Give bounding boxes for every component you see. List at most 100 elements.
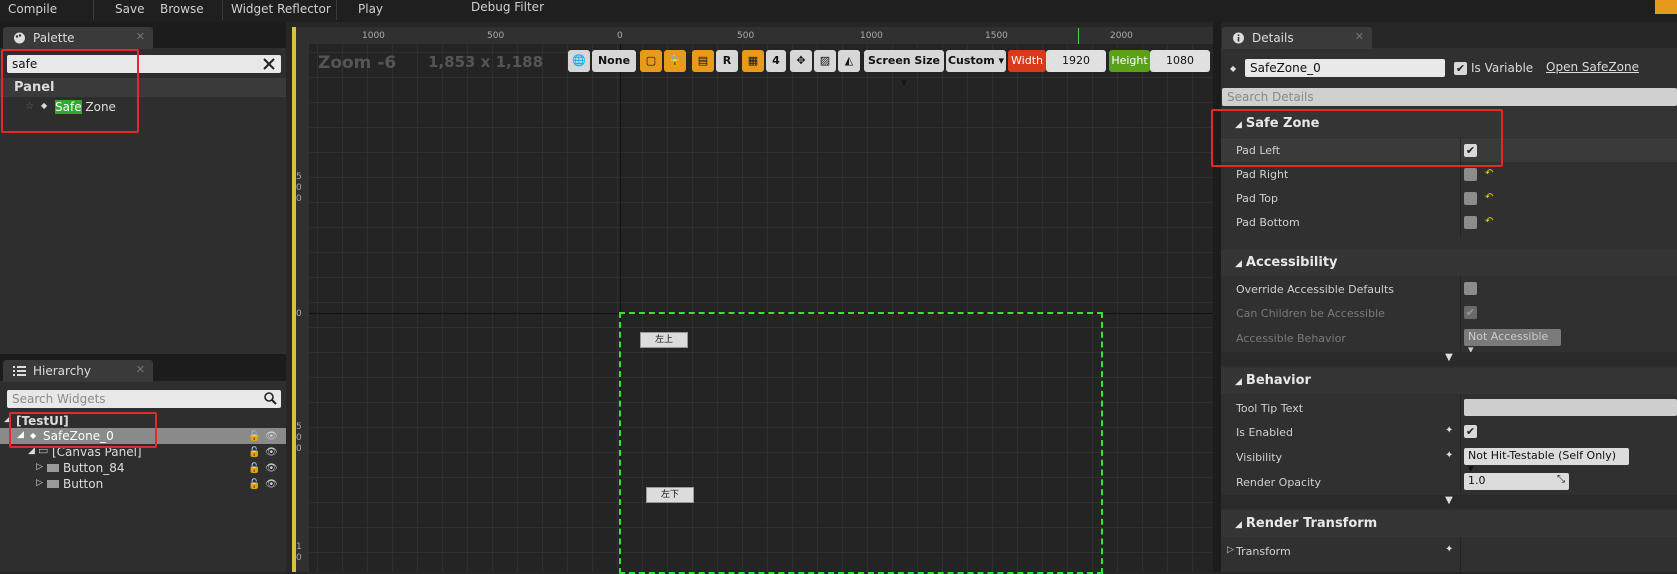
advanced-expander[interactable]: ▼ (1221, 495, 1677, 509)
browse-button[interactable]: Browse (160, 2, 204, 16)
pad-bottom-label: Pad Bottom (1236, 216, 1300, 229)
transform-label: Transform (1236, 545, 1291, 558)
debug-filter-dropdown[interactable]: Debug Filter (471, 0, 544, 14)
bind-icon[interactable]: ✦ (1445, 425, 1453, 436)
resolution-label: 1,853 x 1,188 (428, 53, 544, 71)
open-safezone-link[interactable]: Open SafeZone (1546, 60, 1639, 74)
tab-hierarchy[interactable]: Hierarchy ✕ (3, 360, 153, 382)
visibility-label: Visibility (1236, 451, 1283, 464)
visibility-dropdown[interactable]: Not Hit-Testable (Self Only) ▾ (1464, 448, 1629, 475)
dropdown-label: Screen Size (867, 54, 940, 67)
reset-arrow-icon[interactable]: ↶ (1485, 217, 1495, 227)
hierarchy-item-button[interactable]: Button (63, 477, 103, 491)
image-icon[interactable]: ▨ (814, 50, 836, 72)
eye-icon[interactable]: 👁 (265, 479, 278, 490)
clear-icon[interactable] (263, 58, 275, 70)
close-icon[interactable]: ✕ (136, 363, 145, 376)
button-icon (47, 464, 59, 472)
tab-palette[interactable]: Palette ✕ (3, 27, 153, 49)
height-value: 1080 (1166, 54, 1194, 67)
button-icon (47, 480, 59, 488)
compile-button[interactable]: Compile (8, 2, 57, 16)
widget-reflector-button[interactable]: Widget Reflector (231, 2, 331, 16)
save-button[interactable]: Save (115, 2, 144, 16)
bind-icon[interactable]: ✦ (1445, 450, 1453, 461)
annotation-box (1, 49, 139, 133)
is-enabled-checkbox[interactable]: ✔ (1464, 425, 1477, 438)
mirror-icon[interactable]: ◭ (838, 50, 860, 72)
localization-dropdown[interactable]: None (592, 50, 636, 72)
hierarchy-search-input[interactable]: Search Widgets (7, 390, 281, 408)
pad-top-checkbox[interactable] (1464, 192, 1477, 205)
column-divider (1460, 276, 1461, 351)
eye-icon[interactable]: 👁 (265, 447, 278, 458)
is-variable-checkbox[interactable]: ✔ (1454, 62, 1467, 75)
search-placeholder: Search Widgets (12, 392, 106, 406)
expand-arrow-icon: ◢ (1235, 520, 1242, 530)
widget-name-input[interactable]: SafeZone_0 (1245, 59, 1445, 77)
lock-icon[interactable]: 🔓 (248, 479, 260, 490)
transform-icon[interactable]: ✥ (790, 50, 812, 72)
lock-icon[interactable]: 🔒 (664, 50, 686, 72)
respect-locks-button[interactable]: R (716, 50, 738, 72)
dropdown-label: Custom (947, 54, 995, 67)
close-icon[interactable]: ✕ (1355, 30, 1364, 43)
screen-size-dropdown[interactable]: Screen Size ▾ (864, 50, 944, 89)
pad-right-checkbox[interactable] (1464, 168, 1477, 181)
grid-icon[interactable]: ▦ (742, 50, 764, 72)
search-icon[interactable] (264, 392, 277, 405)
resize-icon: ⤡ (1557, 474, 1565, 485)
opacity-value: 1.0 (1468, 474, 1486, 487)
bind-icon[interactable]: ✦ (1445, 544, 1453, 555)
play-button[interactable]: Play (358, 2, 383, 16)
info-icon (1233, 32, 1244, 44)
hierarchy-item-button84[interactable]: Button_84 (63, 461, 124, 475)
reset-arrow-icon[interactable]: ↶ (1485, 193, 1495, 203)
tab-details[interactable]: Details ✕ (1222, 27, 1372, 49)
tooltip-text-input[interactable] (1464, 399, 1677, 416)
override-accessible-label: Override Accessible Defaults (1236, 283, 1395, 296)
expand-arrow-icon: ◢ (1235, 259, 1242, 269)
width-input[interactable]: 1920 (1046, 50, 1106, 72)
canvas-button-bottom-left[interactable]: 左下 (646, 487, 694, 503)
render-opacity-input[interactable]: 1.0 ⤡ (1464, 473, 1569, 490)
eye-icon[interactable]: 👁 (265, 463, 278, 474)
ruler-tick-label: 500 (737, 31, 755, 41)
advanced-expander[interactable]: ▼ (1221, 352, 1677, 366)
lock-icon[interactable]: 🔓 (248, 431, 260, 442)
category-render-transform[interactable]: ◢ Render Transform (1221, 511, 1677, 537)
eye-icon[interactable]: 👁 (265, 431, 278, 442)
reset-arrow-icon[interactable]: ↶ (1485, 169, 1495, 179)
category-accessibility[interactable]: ◢ Accessibility (1221, 250, 1677, 276)
category-label: Behavior (1245, 373, 1311, 388)
ruler-tick-label: 1 0 (296, 542, 302, 563)
is-variable-label: Is Variable (1471, 61, 1534, 75)
column-divider (1460, 394, 1461, 494)
annotation-box (9, 412, 157, 448)
override-accessible-checkbox[interactable] (1464, 282, 1477, 295)
divider (93, 0, 94, 20)
collapse-arrow-icon[interactable]: ▷ (36, 478, 43, 488)
divider (336, 0, 337, 20)
canvas-button-top-left[interactable]: 左上 (640, 332, 688, 348)
can-children-accessible-label: Can Children be Accessible (1236, 307, 1385, 320)
collapse-arrow-icon[interactable]: ▷ (36, 462, 43, 472)
pad-bottom-checkbox[interactable] (1464, 216, 1477, 229)
splitter[interactable] (1213, 22, 1221, 572)
lock-icon[interactable]: 🔓 (248, 447, 260, 458)
close-icon[interactable]: ✕ (136, 30, 145, 43)
tab-label: Hierarchy (33, 364, 92, 378)
category-behavior[interactable]: ◢ Behavior (1221, 368, 1677, 394)
layout-button[interactable]: ▤ (692, 50, 714, 72)
grid-size-spinner[interactable]: 4 (766, 50, 786, 72)
globe-button[interactable]: 🌐 (568, 50, 590, 72)
collapse-arrow-icon[interactable]: ▷ (1227, 545, 1234, 555)
safezone-outline[interactable] (619, 312, 1103, 574)
custom-dropdown[interactable]: Custom ▾ (946, 50, 1006, 72)
expand-arrow-icon: ◢ (1235, 377, 1242, 387)
details-search-input[interactable]: Search Details (1222, 88, 1677, 106)
lock-icon[interactable]: 🔓 (248, 463, 260, 474)
divider (222, 0, 223, 20)
height-input[interactable]: 1080 (1150, 50, 1210, 72)
snap-button[interactable]: ▢ (640, 50, 662, 72)
